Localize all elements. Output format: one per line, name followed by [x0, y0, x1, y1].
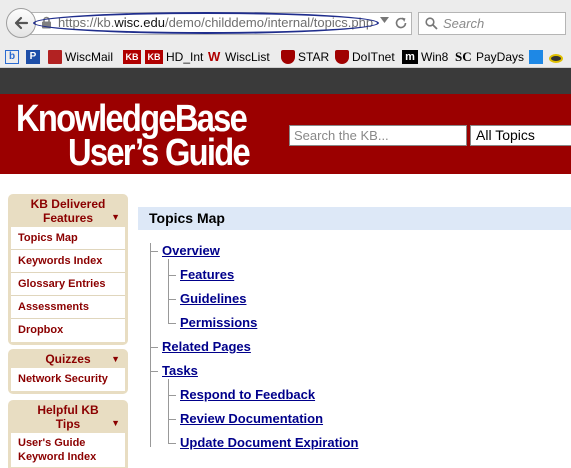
reload-icon[interactable] [394, 16, 408, 30]
bookmark-label: PayDays [476, 50, 525, 64]
bookmark-wisclist[interactable]: W WiscList [208, 49, 270, 65]
topic-link-permissions[interactable]: Permissions [180, 315, 257, 330]
tree-connector [150, 347, 158, 348]
browser-search-placeholder: Search [443, 16, 485, 31]
bookmark-eye[interactable] [549, 49, 566, 65]
sidebar-item-glossary-entries[interactable]: Glossary Entries [11, 273, 125, 296]
sidebar-item-topics-map[interactable]: Topics Map [11, 227, 125, 250]
bookmark-star[interactable]: STAR [281, 49, 329, 65]
url-highlight-oval [33, 12, 379, 34]
w-logo-icon: W [208, 49, 221, 64]
topic-link-overview[interactable]: Overview [162, 243, 220, 258]
m-logo-icon: m [402, 50, 418, 64]
bookmark-paydays[interactable]: SC PayDays [455, 49, 524, 65]
bookmark-sync[interactable] [529, 49, 546, 65]
topic-link-tasks[interactable]: Tasks [162, 363, 198, 378]
tree-connector [168, 275, 176, 276]
bookmark-label: WiscMail [65, 50, 113, 64]
topic-link-respond-to-feedback[interactable]: Respond to Feedback [180, 387, 315, 402]
kb-search-input[interactable] [289, 125, 467, 146]
sidebar-helpful-tips: Helpful KB Tips ▼ User's Guide Keyword I… [8, 400, 128, 468]
topics-select[interactable]: All Topics [470, 125, 571, 146]
mail-icon [48, 50, 62, 64]
bookmark-kb[interactable]: KB [123, 49, 144, 65]
bookmark-label: DoITnet [352, 50, 395, 64]
sidebar-delivered-features: KB Delivered Features ▼ Topics Map Keywo… [8, 194, 128, 345]
bookmark-win8[interactable]: m Win8 [402, 49, 448, 65]
kb-logo-icon: KB [123, 50, 141, 64]
sc-logo-icon: SC [455, 49, 472, 64]
bookmark-wiscmail[interactable]: WiscMail [48, 49, 113, 65]
back-arrow-icon [14, 16, 29, 30]
eye-icon [549, 54, 563, 63]
sidebar-quizzes-header[interactable]: Quizzes ▼ [11, 349, 125, 368]
p-square-icon: P [26, 50, 40, 64]
sync-icon [529, 50, 543, 64]
chevron-down-icon[interactable]: ▼ [111, 416, 120, 430]
sidebar-delivered-title: KB Delivered Features [30, 197, 106, 225]
tree-connector [150, 251, 158, 252]
chevron-down-icon[interactable]: ▼ [111, 210, 120, 224]
sidebar-tips-title: Helpful KB Tips [37, 403, 99, 431]
uw-crest-icon [335, 50, 349, 64]
page-title: Topics Map [149, 210, 225, 226]
tree-branch-line [168, 379, 169, 443]
tree-connector [168, 323, 176, 324]
sidebar-quizzes-title: Quizzes [45, 352, 91, 366]
bookmark-label: STAR [298, 50, 330, 64]
tree-connector [168, 419, 176, 420]
bookmark-hd-int[interactable]: KB HD_Int [145, 49, 203, 65]
site-banner: KnowledgeBase User’s Guide All Topics [0, 94, 571, 174]
browser-toolbar: https://kb.wisc.edu/demo/childdemo/inter… [0, 0, 571, 68]
topic-link-review-documentation[interactable]: Review Documentation [180, 411, 323, 426]
topic-link-related-pages[interactable]: Related Pages [162, 339, 251, 354]
logo-users-guide[interactable]: User’s Guide [68, 132, 251, 175]
back-button[interactable] [6, 8, 36, 38]
topic-link-features[interactable]: Features [180, 267, 234, 282]
browser-search-box[interactable]: Search [418, 12, 566, 35]
bookmark-doitnet[interactable]: DoITnet [335, 49, 395, 65]
tree-branch-line [168, 259, 169, 323]
site-top-strip [0, 68, 571, 94]
bookmark-b[interactable]: b [5, 49, 22, 65]
chevron-down-icon[interactable]: ▼ [111, 352, 120, 366]
uw-crest-icon [281, 50, 295, 64]
sidebar-item-keywords-index[interactable]: Keywords Index [11, 250, 125, 273]
bookmark-label: HD_Int [166, 50, 204, 64]
tree-trunk-line [150, 243, 151, 447]
tree-connector [168, 299, 176, 300]
bookmark-label: Win8 [421, 50, 449, 64]
tree-connector [150, 371, 158, 372]
kb-logo-icon: KB [145, 50, 163, 64]
topic-link-update-document-expiration[interactable]: Update Document Expiration [180, 435, 358, 450]
search-icon [425, 17, 438, 30]
bookmark-p[interactable]: P [26, 49, 43, 65]
tree-connector [168, 395, 176, 396]
topics-map-header: Topics Map [138, 207, 571, 230]
sidebar-item-dropbox[interactable]: Dropbox [11, 319, 125, 342]
sidebar-delivered-header[interactable]: KB Delivered Features ▼ [11, 194, 125, 227]
bookmark-label: WiscList [225, 50, 270, 64]
sidebar-quizzes: Quizzes ▼ Network Security [8, 349, 128, 394]
tree-connector [168, 443, 176, 444]
b-square-icon: b [5, 50, 19, 64]
sidebar-item-network-security[interactable]: Network Security [11, 368, 125, 391]
topic-link-guidelines[interactable]: Guidelines [180, 291, 246, 306]
dropdown-arrow-icon[interactable] [380, 17, 389, 23]
sidebar-item-assessments[interactable]: Assessments [11, 296, 125, 319]
bookmarks-bar: b P WiscMail KB KB HD_Int W WiscList STA… [0, 46, 571, 68]
sidebar-tips-header[interactable]: Helpful KB Tips ▼ [11, 400, 125, 433]
sidebar-item-keyword-index[interactable]: User's Guide Keyword Index [11, 433, 125, 467]
